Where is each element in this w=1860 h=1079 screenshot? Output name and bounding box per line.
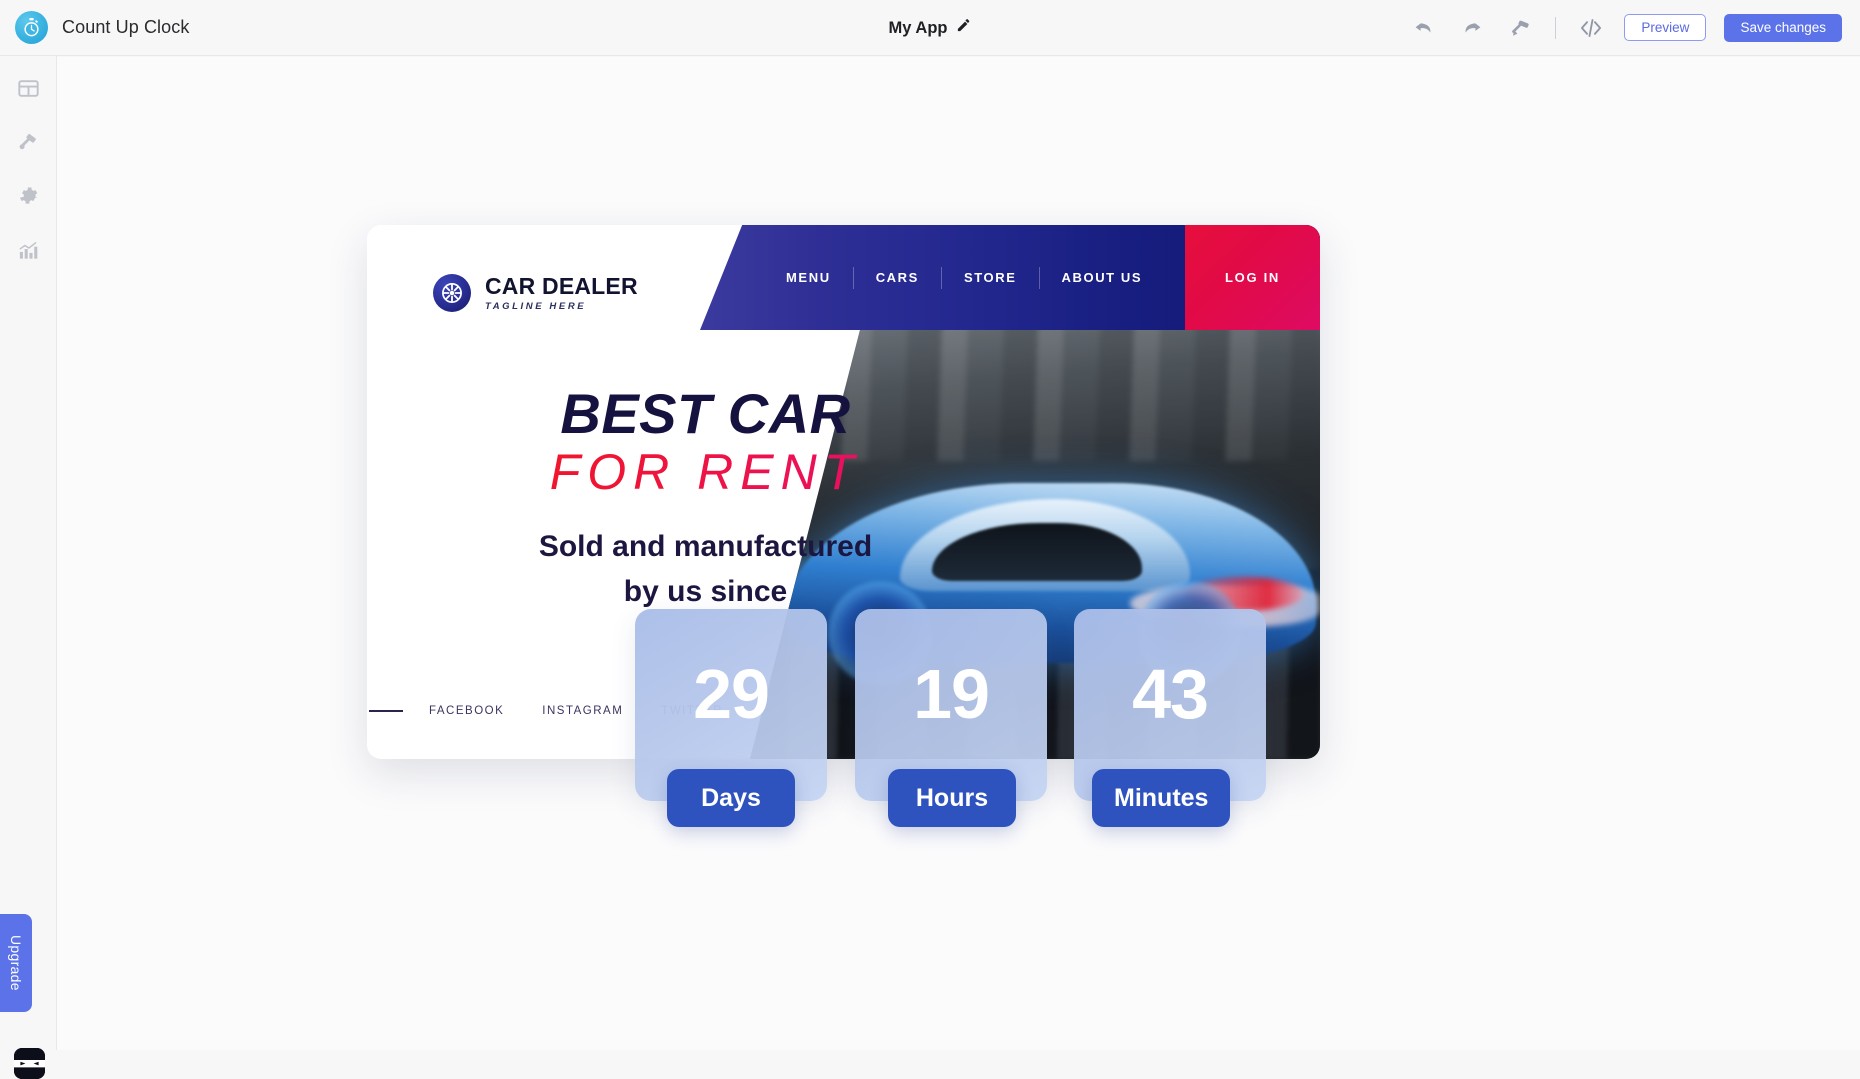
hero-subtitle: Sold and manufactured by us since bbox=[393, 524, 1018, 615]
countdown-value-minutes: 43 bbox=[1132, 655, 1209, 733]
countdown-label-minutes[interactable]: Minutes bbox=[1092, 769, 1231, 827]
sidebar-item-layout[interactable] bbox=[0, 64, 57, 118]
preview-button[interactable]: Preview bbox=[1624, 14, 1707, 41]
paint-roller-icon[interactable] bbox=[1505, 13, 1535, 43]
social-link-facebook[interactable]: FACEBOOK bbox=[429, 705, 504, 717]
sidebar-item-design[interactable] bbox=[0, 118, 57, 172]
redo-arrow-icon[interactable] bbox=[1457, 13, 1487, 43]
stopwatch-icon bbox=[15, 11, 48, 44]
code-brackets-icon[interactable] bbox=[1576, 13, 1606, 43]
brand-name: CAR DEALER bbox=[485, 273, 638, 299]
login-button[interactable]: LOG IN bbox=[1185, 225, 1320, 330]
countdown-label-hours[interactable]: Hours bbox=[888, 769, 1016, 827]
left-sidebar: Upgrade bbox=[0, 56, 57, 1079]
countdown-value-hours: 19 bbox=[913, 655, 990, 733]
app-brand: Count Up Clock bbox=[0, 11, 189, 44]
countdown-label-days[interactable]: Days bbox=[667, 769, 795, 827]
site-brand: CAR DEALER TAGLINE HERE bbox=[433, 273, 638, 312]
analytics-chart-icon bbox=[17, 239, 40, 267]
sidebar-item-settings[interactable] bbox=[0, 172, 57, 226]
nav-links: MENU CARS STORE ABOUT US bbox=[700, 225, 1164, 330]
nav-link-menu[interactable]: MENU bbox=[764, 270, 853, 285]
upgrade-label: Upgrade bbox=[8, 935, 24, 991]
sidebar-item-analytics[interactable] bbox=[0, 226, 57, 280]
pencil-icon[interactable] bbox=[956, 18, 971, 38]
layout-grid-icon bbox=[17, 77, 40, 105]
social-dash-line bbox=[369, 710, 403, 712]
wheel-icon bbox=[433, 273, 471, 312]
upgrade-button[interactable]: Upgrade bbox=[0, 914, 32, 1012]
hero-headline-bottom: FOR RENT bbox=[393, 444, 1018, 502]
app-title: Count Up Clock bbox=[62, 17, 190, 37]
ninja-face-icon[interactable] bbox=[14, 1048, 45, 1079]
hero-text-block: BEST CAR FOR RENT Sold and manufactured … bbox=[393, 385, 1018, 615]
hero-headline-top: BEST CAR bbox=[560, 382, 851, 445]
toolbar-actions: Preview Save changes bbox=[1409, 13, 1860, 43]
editor-canvas[interactable]: MENU CARS STORE ABOUT US LOG IN CAR DEAL… bbox=[57, 57, 1860, 1050]
sidebar-items bbox=[0, 56, 56, 280]
save-changes-button[interactable]: Save changes bbox=[1724, 13, 1842, 42]
brand-text: CAR DEALER TAGLINE HERE bbox=[485, 273, 638, 312]
paint-brush-icon bbox=[17, 131, 40, 159]
countdown-value-days: 29 bbox=[693, 655, 770, 733]
nav-link-store[interactable]: STORE bbox=[942, 270, 1039, 285]
social-link-instagram[interactable]: INSTAGRAM bbox=[542, 705, 623, 717]
top-bar: Count Up Clock My App Preview Save chang… bbox=[0, 0, 1860, 56]
hero-subtitle-line2: by us since bbox=[623, 575, 788, 609]
login-label: LOG IN bbox=[1225, 270, 1280, 285]
toolbar-divider bbox=[1555, 16, 1557, 39]
brand-tagline: TAGLINE HERE bbox=[485, 301, 587, 312]
undo-arrow-icon[interactable] bbox=[1409, 13, 1439, 43]
nav-link-about-us[interactable]: ABOUT US bbox=[1040, 270, 1165, 285]
document-title[interactable]: My App bbox=[889, 19, 948, 38]
hero-subtitle-line1: Sold and manufactured bbox=[538, 529, 873, 563]
gear-icon bbox=[17, 185, 40, 213]
nav-link-cars[interactable]: CARS bbox=[854, 270, 941, 285]
